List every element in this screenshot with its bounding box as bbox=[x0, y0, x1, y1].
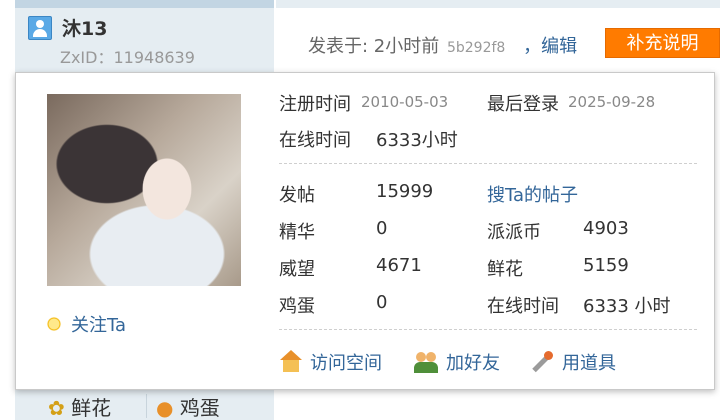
post-time: 发表于: 2小时前 bbox=[308, 36, 440, 57]
use-tool-button[interactable]: 用道具 bbox=[530, 349, 616, 375]
visit-space-label: 访问空间 bbox=[310, 353, 382, 374]
search-posts-link[interactable]: 搜Ta的帖子 bbox=[487, 181, 578, 207]
user-icon bbox=[28, 16, 52, 40]
visit-space-button[interactable]: 访问空间 bbox=[278, 349, 382, 375]
edit-link[interactable]: ，编辑 bbox=[523, 36, 577, 57]
egg-count-label: 鸡蛋 bbox=[279, 296, 315, 317]
online-hours-value: 6333 小时 bbox=[583, 296, 671, 317]
online-hours-label: 在线时间 bbox=[487, 296, 559, 317]
flower-button[interactable]: ✿ 鲜花 bbox=[48, 392, 111, 420]
posts-value: 15999 bbox=[376, 181, 434, 202]
reg-time-value: 2010-05-03 bbox=[361, 93, 449, 111]
flower-count-label: 鲜花 bbox=[487, 259, 523, 280]
reg-time-label: 注册时间 bbox=[279, 94, 351, 115]
bulb-icon bbox=[45, 316, 63, 334]
add-friend-label: 加好友 bbox=[446, 353, 500, 374]
flower-icon: ✿ bbox=[48, 396, 65, 420]
digest-value: 0 bbox=[376, 218, 388, 239]
divider bbox=[279, 329, 697, 330]
follow-label: 关注Ta bbox=[71, 315, 127, 336]
coin-value: 4903 bbox=[583, 218, 629, 239]
author-username[interactable]: 沐13 bbox=[62, 14, 107, 41]
egg-label: 鸡蛋 bbox=[179, 396, 220, 420]
follow-button[interactable]: 关注Ta bbox=[45, 311, 126, 337]
online-time-value: 6333小时 bbox=[376, 130, 458, 151]
egg-icon: ● bbox=[156, 396, 174, 420]
use-tool-label: 用道具 bbox=[562, 353, 616, 374]
divider bbox=[279, 163, 697, 164]
house-icon bbox=[278, 350, 304, 374]
last-login-label: 最后登录 bbox=[487, 94, 559, 115]
egg-count-value: 0 bbox=[376, 292, 388, 313]
author-column-topbar bbox=[15, 0, 274, 8]
tool-icon bbox=[530, 350, 556, 374]
posts-label: 发帖 bbox=[279, 185, 315, 206]
prestige-value: 4671 bbox=[376, 255, 422, 276]
coin-label: 派派币 bbox=[487, 222, 541, 243]
friends-icon bbox=[414, 350, 440, 374]
last-login-value: 2025-09-28 bbox=[568, 93, 656, 111]
post-topbar bbox=[276, 0, 720, 8]
flower-count-value: 5159 bbox=[583, 255, 629, 276]
user-info-card: 关注Ta 注册时间 2010-05-03 最后登录 2025-09-28 在线时… bbox=[15, 72, 715, 390]
flower-label: 鲜花 bbox=[71, 396, 112, 420]
prestige-label: 威望 bbox=[279, 259, 315, 280]
supplement-button[interactable]: 补充说明 bbox=[605, 28, 720, 58]
egg-button[interactable]: ● 鸡蛋 bbox=[156, 392, 220, 420]
add-friend-button[interactable]: 加好友 bbox=[414, 349, 500, 375]
avatar[interactable] bbox=[47, 94, 241, 286]
author-zxid: ZxID：11948639 bbox=[60, 48, 195, 67]
divider bbox=[146, 394, 147, 418]
post-meta: 发表于: 2小时前 5b292f8 ，编辑 bbox=[308, 32, 577, 58]
post-hash: 5b292f8 bbox=[446, 40, 506, 56]
digest-label: 精华 bbox=[279, 222, 315, 243]
online-time-label: 在线时间 bbox=[279, 130, 351, 151]
